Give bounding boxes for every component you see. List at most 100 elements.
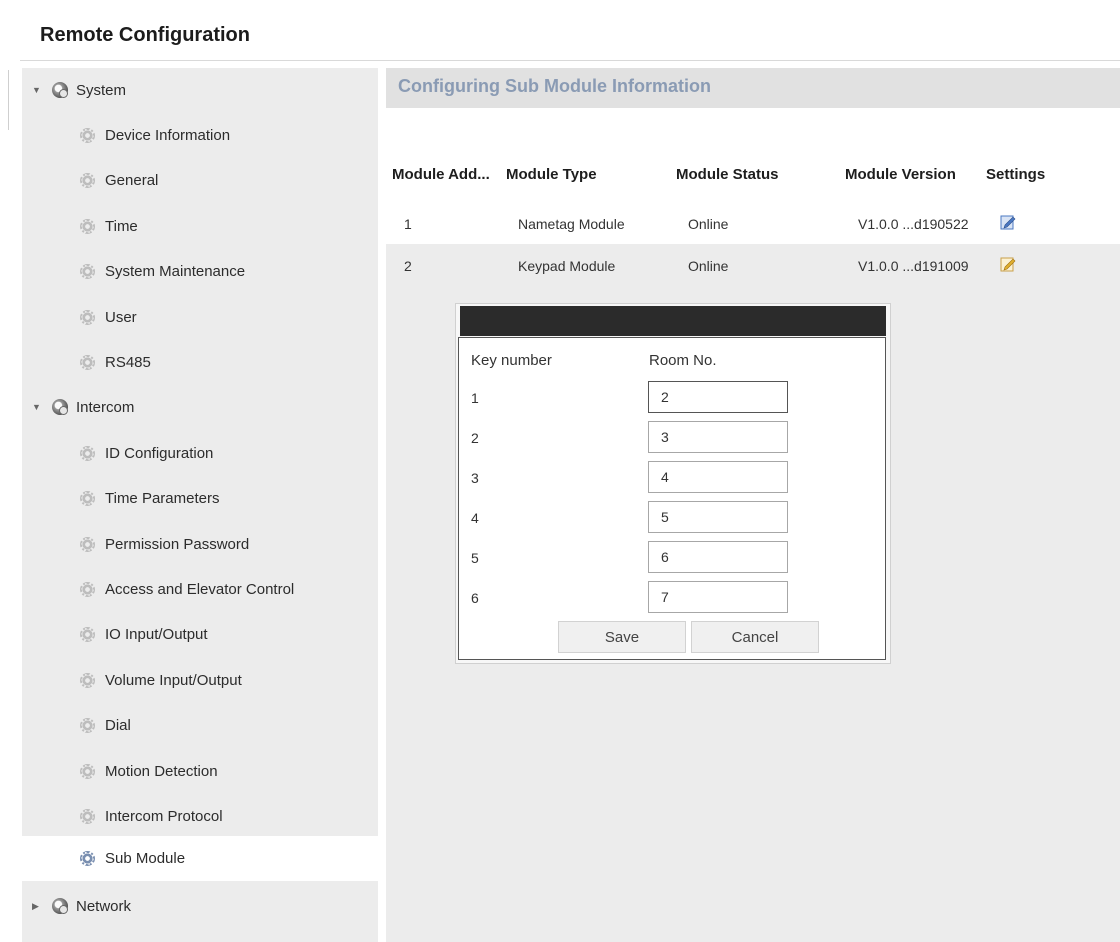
room-number-input[interactable] — [648, 501, 788, 533]
column-header-module-status[interactable]: Module Status — [676, 166, 779, 183]
sidebar-item-label: Motion Detection — [105, 762, 218, 780]
sidebar-item-label: General — [105, 171, 159, 189]
key-number-label: 5 — [471, 550, 479, 566]
gear-icon — [80, 490, 95, 506]
cancel-button[interactable]: Cancel — [691, 621, 819, 653]
sidebar-item-access-elevator-control[interactable]: Access and Elevator Control — [22, 567, 378, 611]
gear-icon — [80, 672, 95, 688]
panel-title: Configuring Sub Module Information — [398, 76, 711, 96]
dialog-title-bar[interactable] — [460, 306, 886, 336]
system-icon — [52, 82, 68, 98]
tree-group-label: Intercom — [76, 398, 135, 416]
module-type: Nametag Module — [518, 216, 625, 232]
expand-arrow-icon[interactable]: ▼ — [32, 402, 42, 412]
sidebar-item-label: User — [105, 308, 137, 326]
dialog-body: Key number Room No. 1 2 3 4 5 6 Save Can… — [458, 337, 886, 660]
column-header-module-version[interactable]: Module Version — [845, 166, 956, 183]
panel-header: Configuring Sub Module Information — [386, 68, 1120, 108]
room-no-header: Room No. — [649, 352, 717, 369]
module-status: Online — [688, 258, 729, 274]
sidebar-item-time-parameters[interactable]: Time Parameters — [22, 476, 378, 520]
window-edge — [8, 70, 9, 130]
gear-icon — [80, 445, 95, 461]
sidebar-item-system-maintenance[interactable]: System Maintenance — [22, 249, 378, 293]
gear-icon — [80, 218, 95, 234]
gear-icon — [80, 309, 95, 325]
sidebar-item-label: Time Parameters — [105, 489, 220, 507]
system-icon — [52, 399, 68, 415]
sidebar-item-general[interactable]: General — [22, 158, 378, 202]
sidebar-item-label: System Maintenance — [105, 262, 246, 280]
title-divider — [20, 60, 1120, 61]
gear-icon — [80, 172, 95, 188]
sidebar-item-id-configuration[interactable]: ID Configuration — [22, 431, 378, 475]
sidebar-item-user[interactable]: User — [22, 295, 378, 339]
room-number-input[interactable] — [648, 461, 788, 493]
tree-group-network[interactable]: ▶ Network — [22, 884, 378, 928]
sidebar-item-label: RS485 — [105, 353, 151, 371]
sidebar-item-label: Sub Module — [105, 850, 186, 867]
tree-group-label: System — [76, 81, 127, 99]
sidebar-item-label: IO Input/Output — [105, 625, 208, 643]
sidebar-item-motion-detection[interactable]: Motion Detection — [22, 749, 378, 793]
gear-icon — [80, 354, 95, 370]
key-number-label: 3 — [471, 470, 479, 486]
column-header-module-address[interactable]: Module Add... — [392, 166, 490, 183]
sidebar-item-dial[interactable]: Dial — [22, 703, 378, 747]
room-number-input[interactable] — [648, 381, 788, 413]
key-number-label: 4 — [471, 510, 479, 526]
sidebar-item-volume-input-output[interactable]: Volume Input/Output — [22, 658, 378, 702]
table-row[interactable]: 1 Nametag Module Online V1.0.0 ...d19052… — [386, 204, 1120, 244]
key-number-label: 6 — [471, 590, 479, 606]
system-icon — [52, 898, 68, 914]
keypad-room-dialog: Key number Room No. 1 2 3 4 5 6 Save Can… — [455, 303, 891, 664]
edit-icon[interactable] — [1000, 256, 1016, 272]
sidebar-item-label: Intercom Protocol — [105, 807, 223, 825]
sidebar-item-intercom-protocol[interactable]: Intercom Protocol — [22, 794, 378, 838]
sidebar-item-permission-password[interactable]: Permission Password — [22, 522, 378, 566]
column-header-settings[interactable]: Settings — [986, 166, 1045, 183]
gear-icon — [80, 626, 95, 642]
gear-icon — [80, 808, 95, 824]
collapse-arrow-icon[interactable]: ▶ — [32, 901, 42, 912]
edit-icon[interactable] — [1000, 214, 1016, 230]
sidebar-item-device-information[interactable]: Device Information — [22, 113, 378, 157]
gear-icon — [80, 263, 95, 279]
config-tree-sidebar: ▼ System Device Information General Time… — [22, 68, 378, 942]
sidebar-item-label: Time — [105, 217, 138, 235]
gear-icon — [80, 127, 95, 143]
sidebar-item-label: Access and Elevator Control — [105, 580, 295, 598]
room-number-input[interactable] — [648, 541, 788, 573]
gear-icon — [80, 581, 95, 597]
tree-group-system[interactable]: ▼ System — [22, 68, 378, 112]
sidebar-item-label: Device Information — [105, 126, 231, 144]
sidebar-item-label: Permission Password — [105, 535, 250, 553]
expand-arrow-icon[interactable]: ▼ — [32, 85, 42, 95]
gear-icon — [80, 717, 95, 733]
tree-group-intercom[interactable]: ▼ Intercom — [22, 385, 378, 429]
window-title: Remote Configuration — [40, 24, 250, 46]
module-type: Keypad Module — [518, 258, 616, 274]
tree-group-label: Network — [76, 897, 132, 915]
sidebar-item-sub-module[interactable]: Sub Module — [22, 836, 378, 881]
table-row[interactable]: 2 Keypad Module Online V1.0.0 ...d191009 — [386, 246, 1120, 286]
sidebar-item-rs485[interactable]: RS485 — [22, 340, 378, 384]
key-number-label: 2 — [471, 430, 479, 446]
gear-icon — [80, 763, 95, 779]
key-number-label: 1 — [471, 390, 479, 406]
key-number-header: Key number — [471, 352, 552, 369]
room-number-input[interactable] — [648, 581, 788, 613]
module-version: V1.0.0 ...d191009 — [858, 258, 969, 274]
column-header-module-type[interactable]: Module Type — [506, 166, 597, 183]
sidebar-item-io-input-output[interactable]: IO Input/Output — [22, 612, 378, 656]
sidebar-item-label: ID Configuration — [105, 444, 214, 462]
module-address: 2 — [404, 258, 412, 274]
sidebar-item-time[interactable]: Time — [22, 204, 378, 248]
sidebar-item-label: Volume Input/Output — [105, 671, 242, 689]
save-button[interactable]: Save — [558, 621, 686, 653]
sidebar-item-label: Dial — [105, 716, 131, 734]
room-number-input[interactable] — [648, 421, 788, 453]
gear-icon — [80, 851, 95, 866]
module-version: V1.0.0 ...d190522 — [858, 216, 969, 232]
module-status: Online — [688, 216, 729, 232]
